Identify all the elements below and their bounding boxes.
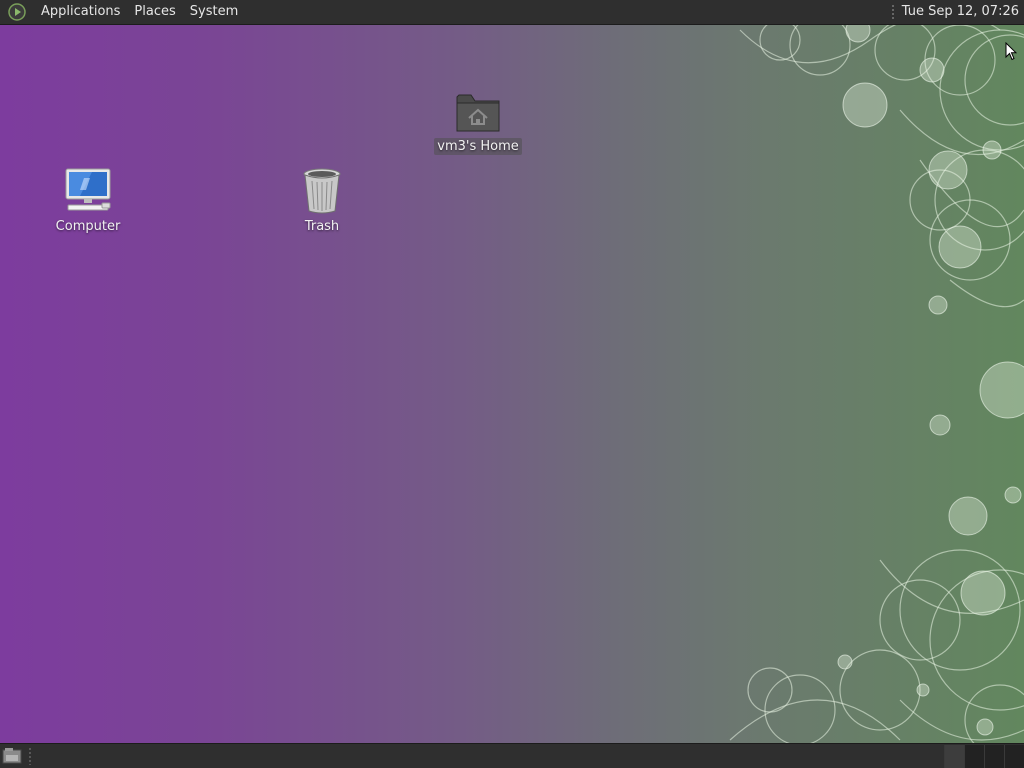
panel-separator — [891, 4, 894, 20]
menu-applications[interactable]: Applications — [34, 0, 127, 24]
panel-drag-handle[interactable] — [28, 747, 32, 765]
workspace-switcher[interactable] — [944, 744, 1024, 768]
desktop-icon-computer[interactable]: Computer — [43, 165, 133, 235]
desktop-icon-home[interactable]: vm3's Home — [433, 85, 523, 155]
desktop-icon-label: Trash — [304, 219, 340, 234]
show-desktop-icon[interactable] — [1, 745, 23, 767]
workspace-4[interactable] — [1004, 744, 1024, 768]
bottom-panel — [0, 743, 1024, 768]
desktop-icon-label: vm3's Home — [434, 138, 522, 155]
trash-icon — [296, 165, 348, 215]
desktop[interactable]: Applications Places System Tue Sep 12, 0… — [0, 0, 1024, 768]
panel-right-area: Tue Sep 12, 07:26 — [891, 0, 1024, 24]
home-folder-icon — [452, 85, 504, 135]
clock[interactable]: Tue Sep 12, 07:26 — [902, 0, 1024, 24]
distro-logo-icon[interactable] — [8, 3, 26, 21]
menu-system[interactable]: System — [183, 0, 245, 24]
desktop-icon-label: Computer — [55, 219, 121, 234]
workspace-1[interactable] — [944, 744, 964, 768]
computer-icon — [62, 165, 114, 215]
desktop-icon-trash[interactable]: Trash — [277, 165, 367, 235]
workspace-3[interactable] — [984, 744, 1004, 768]
mouse-cursor-icon — [1005, 42, 1017, 61]
top-panel: Applications Places System Tue Sep 12, 0… — [0, 0, 1024, 25]
workspace-2[interactable] — [964, 744, 984, 768]
menu-places[interactable]: Places — [127, 0, 182, 24]
